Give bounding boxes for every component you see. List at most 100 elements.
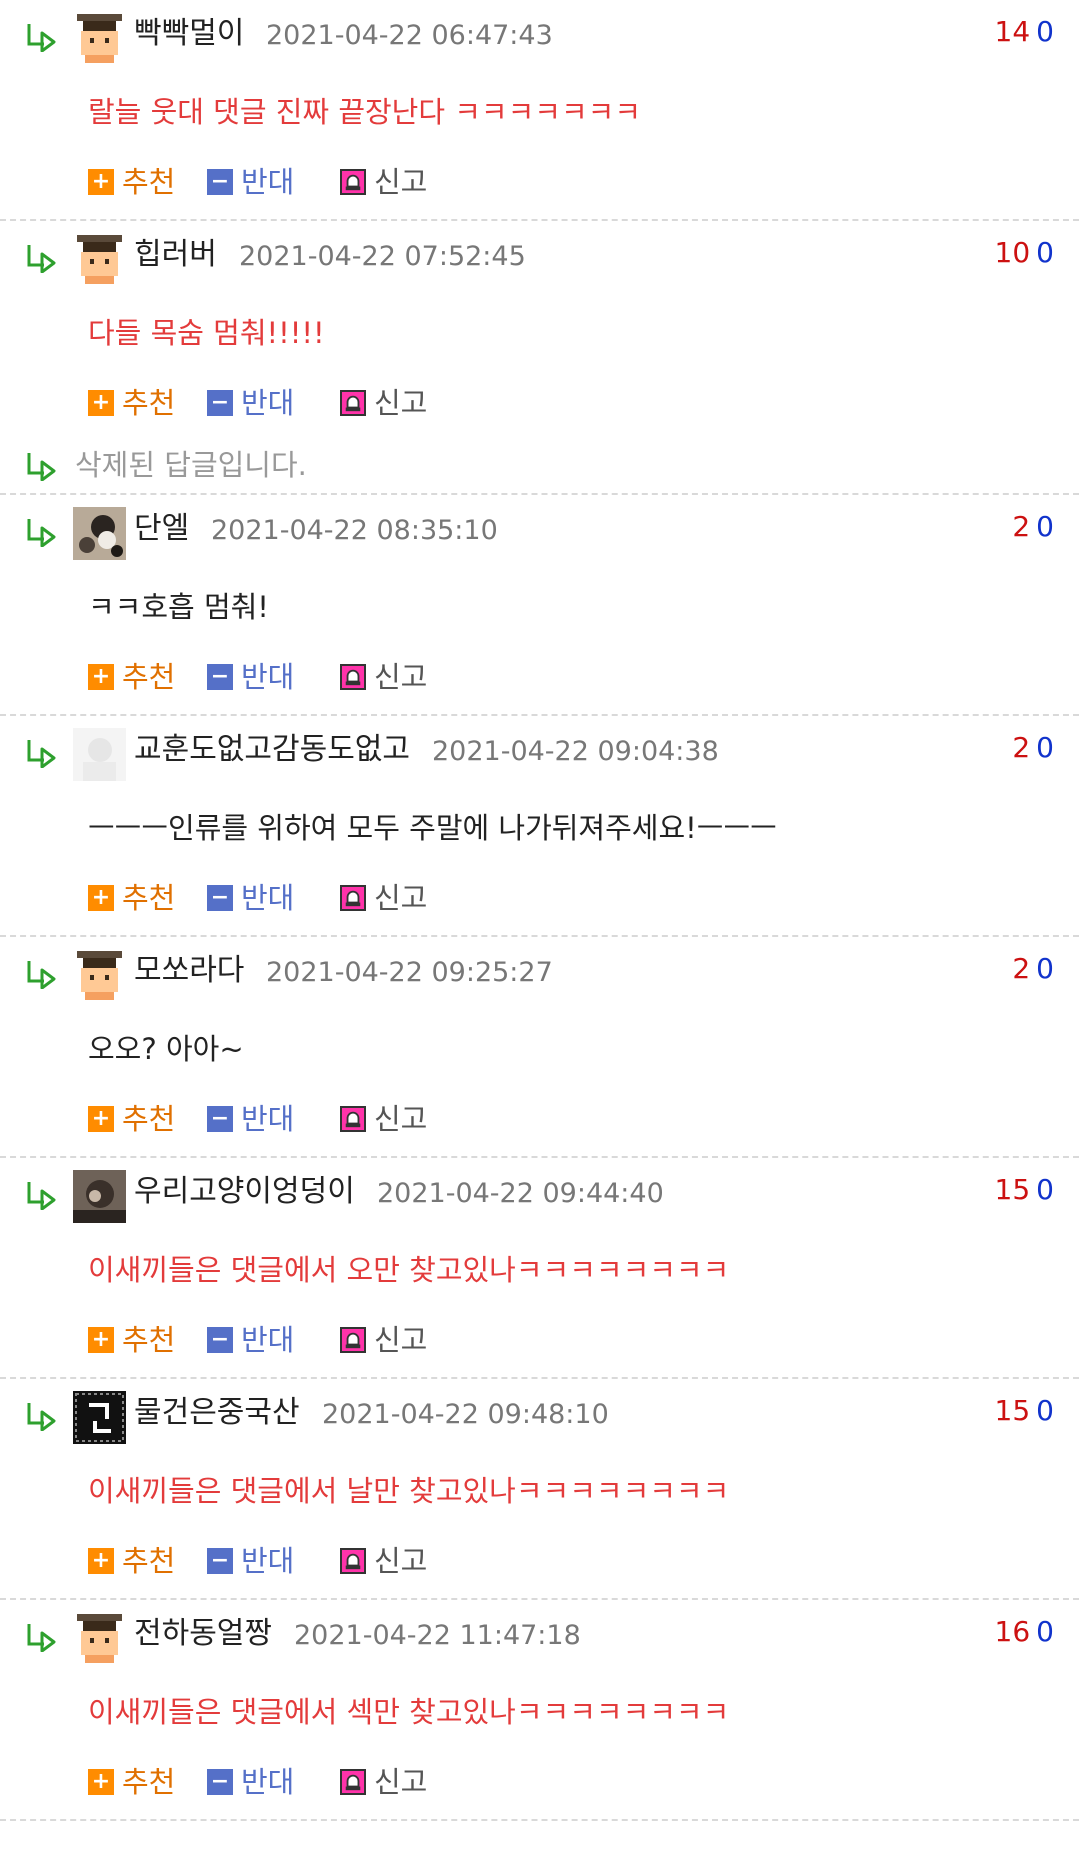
comment-username[interactable]: 빡빡멀이 bbox=[134, 14, 244, 54]
minus-icon: − bbox=[207, 169, 233, 195]
report-button[interactable]: 신고 bbox=[340, 657, 427, 697]
comment-item: 교훈도없고감동도없고 2021-04-22 09:04:38 20 ㅡㅡㅡ인류를… bbox=[0, 716, 1079, 937]
report-button[interactable]: 신고 bbox=[340, 1762, 427, 1802]
comment-text: 다들 목숨 멈춰!!!!! bbox=[88, 316, 325, 350]
plus-icon: + bbox=[88, 664, 114, 690]
comment-username[interactable]: 전하동얼짱 bbox=[134, 1614, 272, 1654]
comment-item: 힙러버 2021-04-22 07:52:45 10 0 다들 목숨 멈춰!!!!… bbox=[0, 221, 1079, 433]
downvote-button[interactable]: − 반대 bbox=[207, 878, 294, 918]
downvote-button[interactable]: − 반대 bbox=[207, 162, 294, 202]
downvote-label: 반대 bbox=[241, 881, 295, 915]
comment-username[interactable]: 모쏘라다 bbox=[134, 951, 244, 991]
upvote-count: 14 bbox=[994, 15, 1031, 48]
avatar[interactable] bbox=[73, 1391, 126, 1444]
upvote-button[interactable]: + 추천 bbox=[88, 657, 175, 697]
report-button[interactable]: 신고 bbox=[340, 878, 427, 918]
upvote-label: 추천 bbox=[122, 386, 176, 420]
vote-counts: 20 bbox=[1012, 951, 1054, 987]
downvote-count: 0 bbox=[1036, 1615, 1054, 1648]
comment-timestamp: 2021-04-22 09:48:10 bbox=[322, 1399, 609, 1430]
comment-timestamp: 2021-04-22 11:47:18 bbox=[294, 1620, 581, 1651]
siren-icon bbox=[340, 1548, 366, 1574]
reply-arrow-icon bbox=[27, 245, 56, 273]
report-button[interactable]: 신고 bbox=[340, 1541, 427, 1581]
vote-counts: 10 0 bbox=[995, 235, 1054, 271]
upvote-count: 16 bbox=[994, 1615, 1031, 1648]
report-label: 신고 bbox=[374, 660, 428, 694]
report-label: 신고 bbox=[374, 386, 428, 420]
reply-arrow-icon bbox=[27, 1182, 56, 1210]
comment-username[interactable]: 우리고양이엉덩이 bbox=[134, 1172, 355, 1212]
minus-icon: − bbox=[207, 1106, 233, 1132]
plus-icon: + bbox=[88, 1327, 114, 1353]
report-button[interactable]: 신고 bbox=[340, 1099, 427, 1139]
upvote-button[interactable]: + 추천 bbox=[88, 383, 175, 423]
upvote-button[interactable]: + 추천 bbox=[88, 1541, 175, 1581]
comment-item: 우리고양이엉덩이 2021-04-22 09:44:40 15 0 이새끼들은 댓… bbox=[0, 1158, 1079, 1379]
upvote-count: 2 bbox=[1012, 731, 1031, 764]
report-label: 신고 bbox=[374, 881, 428, 915]
report-label: 신고 bbox=[374, 1765, 428, 1799]
downvote-count: 0 bbox=[1036, 1394, 1054, 1427]
avatar[interactable] bbox=[73, 233, 126, 286]
upvote-count: 15 bbox=[994, 1173, 1031, 1206]
upvote-count: 2 bbox=[1012, 952, 1031, 985]
report-button[interactable]: 신고 bbox=[340, 1320, 427, 1360]
siren-icon bbox=[340, 390, 366, 416]
avatar[interactable] bbox=[73, 507, 126, 560]
plus-icon: + bbox=[88, 885, 114, 911]
comment-timestamp: 2021-04-22 06:47:43 bbox=[266, 20, 553, 51]
comment-item: 전하동얼짱 2021-04-22 11:47:18 16 0 이새끼들은 댓글에서… bbox=[0, 1600, 1079, 1821]
plus-icon: + bbox=[88, 390, 114, 416]
downvote-button[interactable]: − 반대 bbox=[207, 1099, 294, 1139]
upvote-button[interactable]: + 추천 bbox=[88, 162, 175, 202]
comment-text: 이새끼들은 댓글에서 오만 찾고있나ㅋㅋㅋㅋㅋㅋㅋㅋ bbox=[88, 1253, 730, 1287]
downvote-label: 반대 bbox=[241, 1102, 295, 1136]
downvote-button[interactable]: − 반대 bbox=[207, 1762, 294, 1802]
comment-username[interactable]: 물건은중국산 bbox=[134, 1393, 300, 1433]
report-label: 신고 bbox=[374, 165, 428, 199]
plus-icon: + bbox=[88, 169, 114, 195]
avatar[interactable] bbox=[73, 1170, 126, 1223]
avatar[interactable] bbox=[73, 12, 126, 65]
upvote-button[interactable]: + 추천 bbox=[88, 878, 175, 918]
avatar[interactable] bbox=[73, 949, 126, 1002]
comment-username[interactable]: 단엘 bbox=[134, 509, 189, 549]
comment-username[interactable]: 교훈도없고감동도없고 bbox=[134, 730, 410, 770]
avatar[interactable] bbox=[73, 728, 126, 781]
comment-timestamp: 2021-04-22 07:52:45 bbox=[239, 241, 526, 272]
reply-arrow-icon bbox=[27, 453, 56, 481]
avatar[interactable] bbox=[73, 1612, 126, 1665]
upvote-button[interactable]: + 추천 bbox=[88, 1762, 175, 1802]
comment-timestamp: 2021-04-22 09:44:40 bbox=[377, 1178, 664, 1209]
upvote-button[interactable]: + 추천 bbox=[88, 1320, 175, 1360]
reply-arrow-icon bbox=[27, 1403, 56, 1431]
plus-icon: + bbox=[88, 1106, 114, 1132]
comment-username[interactable]: 힙러버 bbox=[134, 235, 217, 275]
comment-item: 단엘 2021-04-22 08:35:10 20 ㅋㅋ호흡 멈춰! + 추천 … bbox=[0, 495, 1079, 716]
vote-counts: 16 0 bbox=[995, 1614, 1054, 1650]
downvote-button[interactable]: − 반대 bbox=[207, 383, 294, 423]
minus-icon: − bbox=[207, 664, 233, 690]
report-button[interactable]: 신고 bbox=[340, 162, 427, 202]
report-button[interactable]: 신고 bbox=[340, 383, 427, 423]
comment-text: 이새끼들은 댓글에서 날만 찾고있나ㅋㅋㅋㅋㅋㅋㅋㅋ bbox=[88, 1474, 730, 1508]
upvote-button[interactable]: + 추천 bbox=[88, 1099, 175, 1139]
minus-icon: − bbox=[207, 390, 233, 416]
comment-item: 물건은중국산 2021-04-22 09:48:10 15 0 이새끼들은 댓글에… bbox=[0, 1379, 1079, 1600]
upvote-label: 추천 bbox=[122, 660, 176, 694]
reply-arrow-icon bbox=[27, 1624, 56, 1652]
minus-icon: − bbox=[207, 885, 233, 911]
vote-counts: 20 bbox=[1012, 509, 1054, 545]
upvote-count: 15 bbox=[994, 1394, 1031, 1427]
vote-counts: 20 bbox=[1012, 730, 1054, 766]
upvote-label: 추천 bbox=[122, 1544, 176, 1578]
downvote-button[interactable]: − 반대 bbox=[207, 1320, 294, 1360]
comment-text: 이새끼들은 댓글에서 섹만 찾고있나ㅋㅋㅋㅋㅋㅋㅋㅋ bbox=[88, 1695, 730, 1729]
downvote-label: 반대 bbox=[241, 386, 295, 420]
downvote-button[interactable]: − 반대 bbox=[207, 657, 294, 697]
siren-icon bbox=[340, 1327, 366, 1353]
downvote-button[interactable]: − 반대 bbox=[207, 1541, 294, 1581]
downvote-count: 0 bbox=[1036, 510, 1054, 543]
minus-icon: − bbox=[207, 1548, 233, 1574]
